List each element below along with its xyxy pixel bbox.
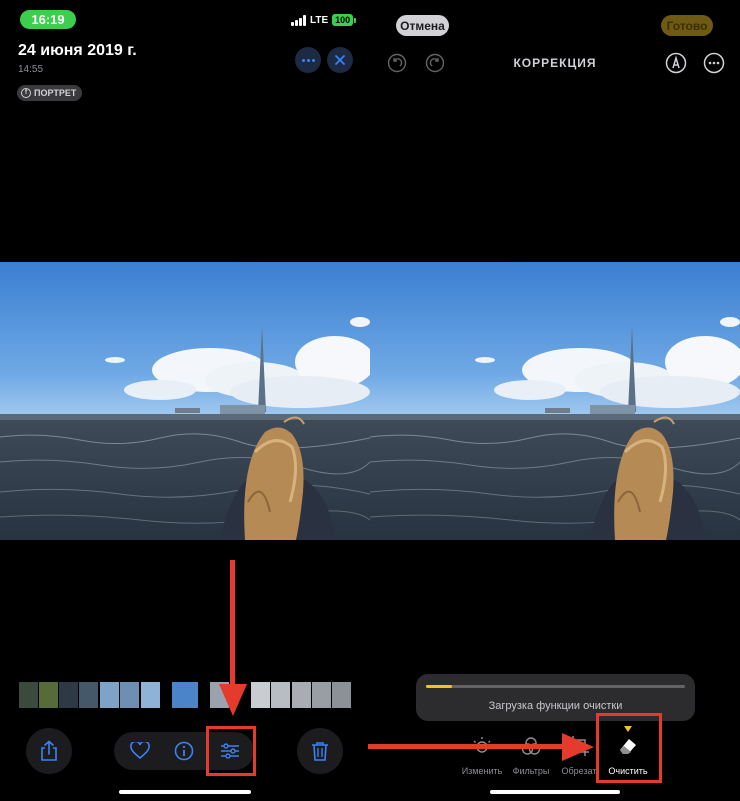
thumbnail[interactable]	[39, 682, 58, 708]
status-indicators: LTE 100	[291, 14, 357, 26]
progress-bar	[426, 685, 452, 688]
loading-text: Загрузка функции очистки	[488, 700, 623, 712]
thumbnail[interactable]	[19, 682, 38, 708]
photo-time: 14:55	[18, 64, 44, 75]
aperture-icon: f	[21, 88, 31, 98]
highlight-box	[596, 713, 662, 783]
tool-filters[interactable]: Фильтры	[505, 735, 557, 776]
editing-photo[interactable]	[370, 262, 740, 540]
thumbnail[interactable]	[120, 682, 139, 708]
thumbnail[interactable]	[100, 682, 119, 708]
more-icon	[301, 58, 315, 62]
info-button[interactable]	[165, 732, 203, 770]
tool-adjust[interactable]: Изменить	[456, 735, 508, 776]
trash-icon	[312, 742, 328, 761]
heart-icon	[130, 742, 150, 760]
battery-icon: 100	[332, 14, 354, 26]
annotation-arrow	[230, 560, 235, 686]
photo[interactable]	[0, 262, 370, 540]
thumbnail[interactable]	[292, 682, 311, 708]
share-icon	[41, 740, 57, 761]
highlight-box	[206, 726, 256, 776]
photo-image	[0, 262, 370, 540]
thumbnail[interactable]	[172, 682, 198, 708]
thumbnail[interactable]	[79, 682, 98, 708]
arrow-head-right-icon	[562, 733, 594, 761]
info-icon	[174, 741, 194, 761]
favorite-button[interactable]	[121, 732, 159, 770]
portrait-badge-label: ПОРТРЕТ	[34, 88, 77, 98]
thumbnail[interactable]	[332, 682, 351, 708]
signal-icon	[291, 14, 306, 26]
more-button[interactable]	[295, 47, 321, 73]
delete-button[interactable]	[297, 728, 343, 774]
close-button[interactable]	[327, 47, 353, 73]
photo-viewer-panel: 16:19 LTE 100 24 июня 2019 г. 14:55 f ПО…	[0, 0, 370, 801]
close-icon	[335, 55, 345, 65]
annotation-arrow	[368, 744, 568, 749]
done-button[interactable]: Готово	[661, 15, 713, 36]
share-button[interactable]	[26, 728, 72, 774]
progress-track	[426, 685, 685, 688]
thumbnail[interactable]	[59, 682, 78, 708]
thumbnail[interactable]	[312, 682, 331, 708]
arrow-head-down-icon	[219, 684, 247, 716]
tool-label: Изменить	[461, 766, 503, 776]
photo-date: 24 июня 2019 г.	[18, 42, 137, 59]
photo-editor-panel: Отмена Готово КОРРЕКЦИЯ Загрузка функции…	[370, 0, 740, 801]
thumbnail[interactable]	[141, 682, 160, 708]
status-time: 16:19	[20, 10, 76, 29]
home-indicator	[490, 790, 620, 794]
photo-image	[370, 262, 740, 540]
portrait-badge[interactable]: f ПОРТРЕТ	[17, 85, 83, 101]
more-icon[interactable]	[703, 52, 725, 74]
tool-label: Фильтры	[512, 766, 550, 776]
home-indicator	[119, 790, 251, 794]
thumbnail[interactable]	[251, 682, 270, 708]
cancel-button[interactable]: Отмена	[396, 15, 449, 36]
network-label: LTE	[310, 14, 329, 26]
markup-icon[interactable]	[665, 52, 687, 74]
thumbnail[interactable]	[271, 682, 290, 708]
